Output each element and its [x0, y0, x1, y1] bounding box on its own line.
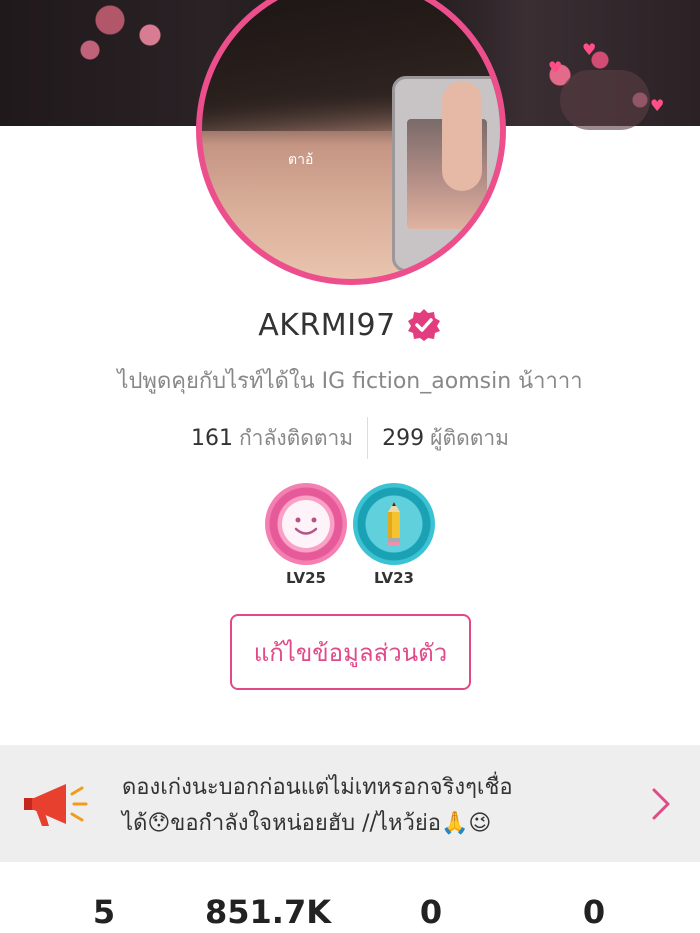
- follow-stats: 161 กำลังติดตาม 299 ผู้ติดตาม: [0, 417, 700, 459]
- following-count: 161: [190, 425, 233, 451]
- reader-level-label: LV25: [286, 569, 326, 587]
- following-stat[interactable]: 161 กำลังติดตาม: [177, 422, 367, 455]
- followers-label: ผู้ติดตาม: [430, 425, 510, 450]
- heart-icon: ♥: [548, 58, 563, 77]
- reader-level-badge[interactable]: LV25: [264, 483, 348, 587]
- announcement-line-1: ดองเก่งนะบอกก่อนแต่ไม่เทหรอกจริงๆเชื่อ: [122, 775, 513, 800]
- following-label: กำลังติดตาม: [238, 425, 354, 450]
- avatar[interactable]: ตาอ้: [196, 0, 506, 285]
- edit-profile-button[interactable]: แก้ไขข้อมูลส่วนตัว: [230, 614, 471, 690]
- profile-counts: 5 851.7K 0 0: [0, 893, 700, 933]
- writer-level-label: LV23: [374, 569, 414, 587]
- count-value: 0: [419, 893, 443, 931]
- verified-badge-icon: [406, 307, 442, 343]
- cover-decoration: [560, 70, 650, 130]
- username-row: AKRMI97: [0, 303, 700, 347]
- profile-bio: ไปพูดคุยกับไรท์ได้ใน IG fiction_aomsin น…: [117, 369, 583, 394]
- chevron-right-icon[interactable]: [648, 786, 674, 822]
- writer-level-badge[interactable]: LV23: [352, 483, 436, 587]
- count-value: 5: [92, 893, 116, 931]
- heart-icon: ♥: [650, 96, 665, 115]
- announcement-line-2: ได้😯ขอกำลังใจหน่อยฮับ //ไหว้ย่อ🙏😉: [122, 811, 492, 836]
- smiley-face-icon: [265, 483, 347, 565]
- username: AKRMI97: [258, 307, 396, 343]
- count-value: 851.7K: [204, 893, 332, 931]
- pencil-icon: [353, 483, 435, 565]
- megaphone-icon: [24, 784, 88, 826]
- followers-count: 299: [382, 425, 425, 451]
- followers-stat[interactable]: 299 ผู้ติดตาม: [368, 422, 523, 455]
- level-badges: LV25 LV23: [0, 483, 700, 587]
- avatar-photo: ตาอ้: [202, 0, 500, 279]
- heart-icon: ♥: [582, 40, 597, 59]
- avatar-sticker: ตาอ้: [288, 152, 314, 168]
- announcement-text: ดองเก่งนะบอกก่อนแต่ไม่เทหรอกจริงๆเชื่อ ไ…: [122, 770, 632, 842]
- count-value: 0: [582, 893, 606, 931]
